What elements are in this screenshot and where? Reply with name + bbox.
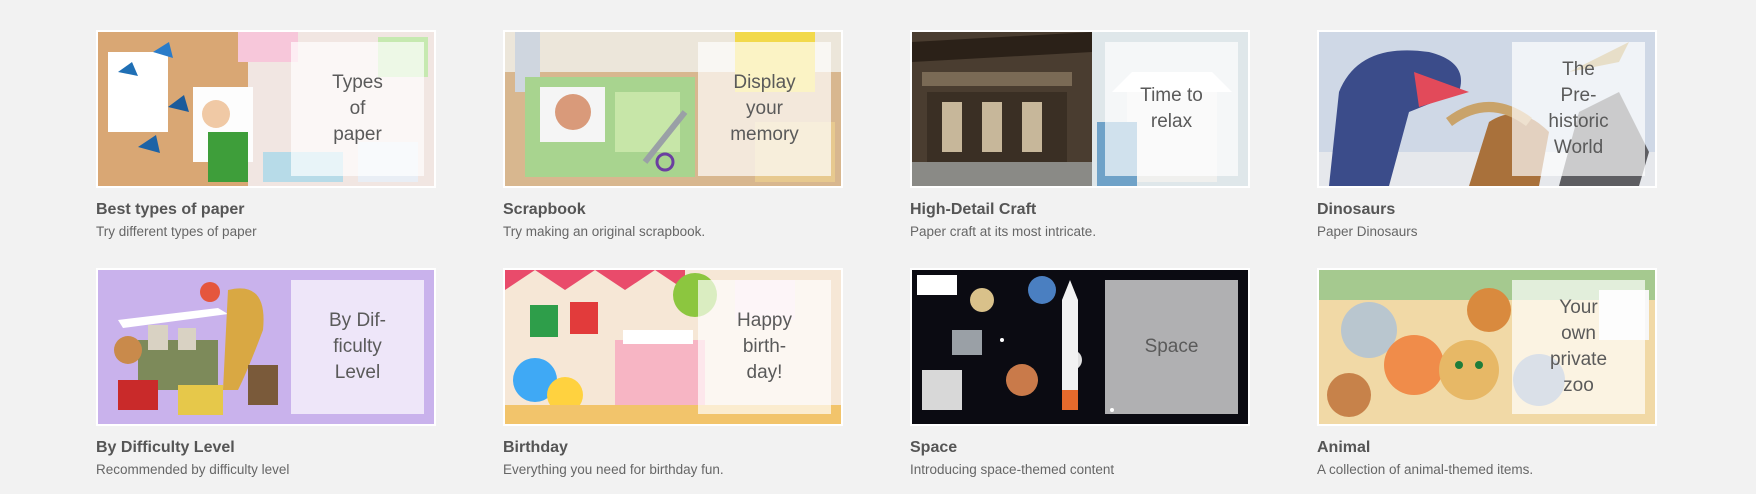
- card-title[interactable]: By Difficulty Level: [96, 439, 436, 457]
- card-overlay: Types of paper: [291, 42, 424, 176]
- card-subtitle: A collection of animal-themed items.: [1317, 462, 1534, 477]
- card-title[interactable]: Best types of paper: [96, 201, 436, 219]
- card-overlay: Space: [1105, 280, 1238, 414]
- card-subtitle: Introducing space-themed content: [910, 462, 1115, 477]
- category-card-dinosaurs[interactable]: The Pre- historic World Dinosaurs Paper …: [1317, 30, 1657, 240]
- card-thumbnail[interactable]: Time to relax: [910, 30, 1250, 188]
- card-subtitle: Paper Dinosaurs: [1317, 224, 1418, 239]
- card-subtitle: Paper craft at its most intricate.: [910, 224, 1097, 239]
- card-thumbnail[interactable]: Types of paper: [96, 30, 436, 188]
- category-card-space[interactable]: Space Space Introducing space-themed con…: [910, 268, 1250, 478]
- card-thumbnail[interactable]: By Dif- ficulty Level: [96, 268, 436, 426]
- card-title[interactable]: Space: [910, 439, 1250, 457]
- card-title[interactable]: Scrapbook: [503, 201, 843, 219]
- card-overlay: Happy birth- day!: [698, 280, 831, 414]
- card-subtitle: Everything you need for birthday fun.: [503, 462, 724, 477]
- card-thumbnail[interactable]: Space: [910, 268, 1250, 426]
- card-title[interactable]: High-Detail Craft: [910, 201, 1250, 219]
- card-subtitle: Try making an original scrapbook.: [503, 224, 706, 239]
- card-subtitle: Recommended by difficulty level: [96, 462, 290, 477]
- card-thumbnail[interactable]: Your own private zoo: [1317, 268, 1657, 426]
- category-card-difficulty[interactable]: By Dif- ficulty Level By Difficulty Leve…: [96, 268, 436, 478]
- overlay-text: Display your memory: [730, 72, 799, 145]
- card-thumbnail[interactable]: Happy birth- day!: [503, 268, 843, 426]
- card-thumbnail[interactable]: The Pre- historic World: [1317, 30, 1657, 188]
- card-thumbnail[interactable]: Display your memory: [503, 30, 843, 188]
- category-card-high-detail[interactable]: Time to relax High-Detail Craft Paper cr…: [910, 30, 1250, 240]
- card-overlay: The Pre- historic World: [1512, 42, 1645, 176]
- card-overlay: By Dif- ficulty Level: [291, 280, 424, 414]
- card-subtitle: Try different types of paper: [96, 224, 257, 239]
- card-title[interactable]: Birthday: [503, 439, 843, 457]
- overlay-text: Types of paper: [332, 72, 383, 145]
- category-card-birthday[interactable]: Happy birth- day! Birthday Everything yo…: [503, 268, 843, 478]
- card-overlay: Your own private zoo: [1512, 280, 1645, 414]
- category-card-paper[interactable]: Types of paper Best types of paper Try d…: [96, 30, 436, 240]
- category-card-animal[interactable]: Your own private zoo Animal A collection…: [1317, 268, 1657, 478]
- card-overlay: Display your memory: [698, 42, 831, 176]
- overlay-text: Time to relax: [1140, 85, 1203, 132]
- overlay-text: By Dif- ficulty Level: [329, 310, 386, 383]
- card-title[interactable]: Dinosaurs: [1317, 201, 1657, 219]
- overlay-text: The Pre- historic World: [1548, 59, 1609, 158]
- overlay-text: Space: [1144, 336, 1199, 357]
- category-card-scrapbook[interactable]: Display your memory Scrapbook Try making…: [503, 30, 843, 240]
- overlay-text: Your own private zoo: [1549, 297, 1608, 396]
- overlay-text: Happy birth- day!: [737, 310, 792, 383]
- card-overlay: Time to relax: [1105, 42, 1238, 176]
- card-title[interactable]: Animal: [1317, 439, 1657, 457]
